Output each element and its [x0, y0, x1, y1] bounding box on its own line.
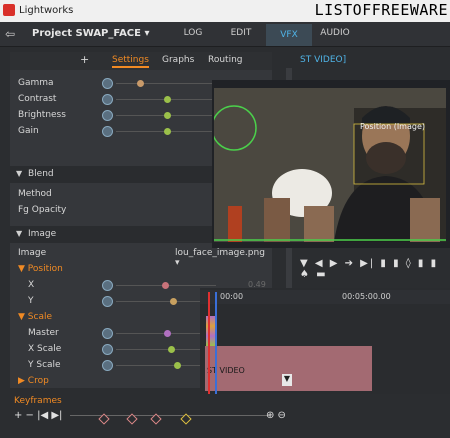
transport-buttons[interactable]: ▼ ◀ ▶ ➔ ▶| ▮ ▮ ◊ ▮ ▮ ♠ ▬	[300, 258, 450, 280]
tab-audio[interactable]: AUDIO	[312, 28, 358, 46]
position-overlay-label: Position (Image)	[360, 122, 425, 131]
blend-section-title: Blend	[28, 169, 54, 179]
y-keyframe-toggle[interactable]	[102, 296, 113, 307]
viewer-header: ST VIDEO]	[300, 55, 450, 69]
crop-group-label: ▶ Crop	[18, 376, 49, 386]
gain-keyframe-toggle[interactable]	[102, 126, 113, 137]
settings-subtabs: + Settings Graphs Routing	[10, 52, 272, 70]
watermark-text: LISTOFFREEWARE	[314, 1, 448, 19]
position-group-label: ▼ Position	[18, 264, 63, 274]
keyframes-title: Keyframes	[14, 396, 62, 406]
exit-project-icon[interactable]: ⇦	[5, 27, 15, 41]
timeline-ruler[interactable]: 00:00 00:05:00.00	[200, 290, 450, 304]
tab-log[interactable]: LOG	[170, 28, 216, 46]
add-effect-button[interactable]: +	[80, 53, 89, 66]
fg-opacity-label: Fg Opacity	[18, 205, 67, 215]
zoom-icons[interactable]: ⊕ ⊖	[266, 410, 286, 421]
tab-graphs[interactable]: Graphs	[162, 55, 194, 65]
position-group-row[interactable]: ▼ Position	[10, 262, 272, 278]
method-label: Method	[18, 189, 52, 199]
crop-label-text: Crop	[27, 376, 49, 386]
scroll-down-icon[interactable]: ▼	[282, 374, 292, 386]
x-scale-label: X Scale	[28, 344, 62, 354]
x-keyframe-toggle[interactable]	[102, 280, 113, 291]
project-name-dropdown[interactable]: Project SWAP_FACE ▾	[32, 28, 149, 39]
video-frame-image	[214, 88, 446, 242]
image-row: Image lou_face_image.png ▾	[10, 246, 272, 268]
y-slider-handle[interactable]	[170, 298, 177, 305]
y-label: Y	[28, 296, 34, 306]
x-label: X	[28, 280, 35, 290]
position-label-text: Position	[27, 264, 63, 274]
contrast-slider-handle[interactable]	[164, 96, 171, 103]
gain-label: Gain	[18, 126, 39, 136]
scale-group-label: ▼ Scale	[18, 312, 53, 322]
keyframes-bar: Keyframes + − |◀ ▶| ⊕ ⊖	[10, 394, 450, 438]
image-section-title: Image	[28, 229, 57, 239]
gamma-slider-track[interactable]	[116, 83, 216, 84]
image-label: Image	[18, 248, 47, 258]
brightness-label: Brightness	[18, 110, 66, 120]
viewer-title: ST VIDEO]	[300, 55, 347, 65]
clip-label: ST VIDEO	[207, 366, 245, 375]
tab-edit[interactable]: EDIT	[218, 28, 264, 46]
collapse-arrow-icon: ▼	[16, 169, 23, 178]
y-scale-keyframe-toggle[interactable]	[102, 360, 113, 371]
master-keyframe-toggle[interactable]	[102, 328, 113, 339]
scale-label-text: Scale	[27, 312, 53, 322]
gamma-slider-handle[interactable]	[137, 80, 144, 87]
timecode-mid: 00:05:00.00	[342, 292, 391, 301]
video-frame[interactable]: Position (Image)	[214, 88, 446, 242]
collapse-arrow-icon: ▼	[16, 229, 23, 238]
tab-vfx[interactable]: VFX	[266, 24, 312, 46]
contrast-label: Contrast	[18, 94, 57, 104]
project-bar: ⇦ Project SWAP_FACE ▾ LOG EDIT VFX AUDIO	[0, 22, 450, 47]
playhead-blue[interactable]	[215, 292, 217, 402]
window-title-bar: Lightworks LISTOFFREEWARE	[0, 0, 450, 22]
brightness-keyframe-toggle[interactable]	[102, 110, 113, 121]
tab-settings[interactable]: Settings	[112, 55, 149, 68]
timecode-start: 00:00	[220, 292, 244, 301]
master-slider-handle[interactable]	[164, 330, 171, 337]
gamma-label: Gamma	[18, 78, 54, 88]
tab-routing[interactable]: Routing	[208, 55, 243, 65]
contrast-keyframe-toggle[interactable]	[102, 94, 113, 105]
gamma-keyframe-toggle[interactable]	[102, 78, 113, 89]
transport-controls: ▼ ◀ ▶ ➔ ▶| ▮ ▮ ◊ ▮ ▮ ♠ ▬	[300, 256, 450, 280]
lightworks-logo-icon	[3, 4, 15, 16]
y-scale-slider-handle[interactable]	[174, 362, 181, 369]
keyframe-controls[interactable]: + − |◀ ▶|	[14, 410, 62, 421]
playhead-red[interactable]	[208, 292, 210, 402]
x-scale-slider-handle[interactable]	[168, 346, 175, 353]
x-scale-keyframe-toggle[interactable]	[102, 344, 113, 355]
gain-slider-handle[interactable]	[164, 128, 171, 135]
y-scale-label: Y Scale	[28, 360, 61, 370]
master-label: Master	[28, 328, 59, 338]
brightness-slider-handle[interactable]	[164, 112, 171, 119]
x-slider-handle[interactable]	[162, 282, 169, 289]
window-title: Lightworks	[19, 5, 74, 16]
